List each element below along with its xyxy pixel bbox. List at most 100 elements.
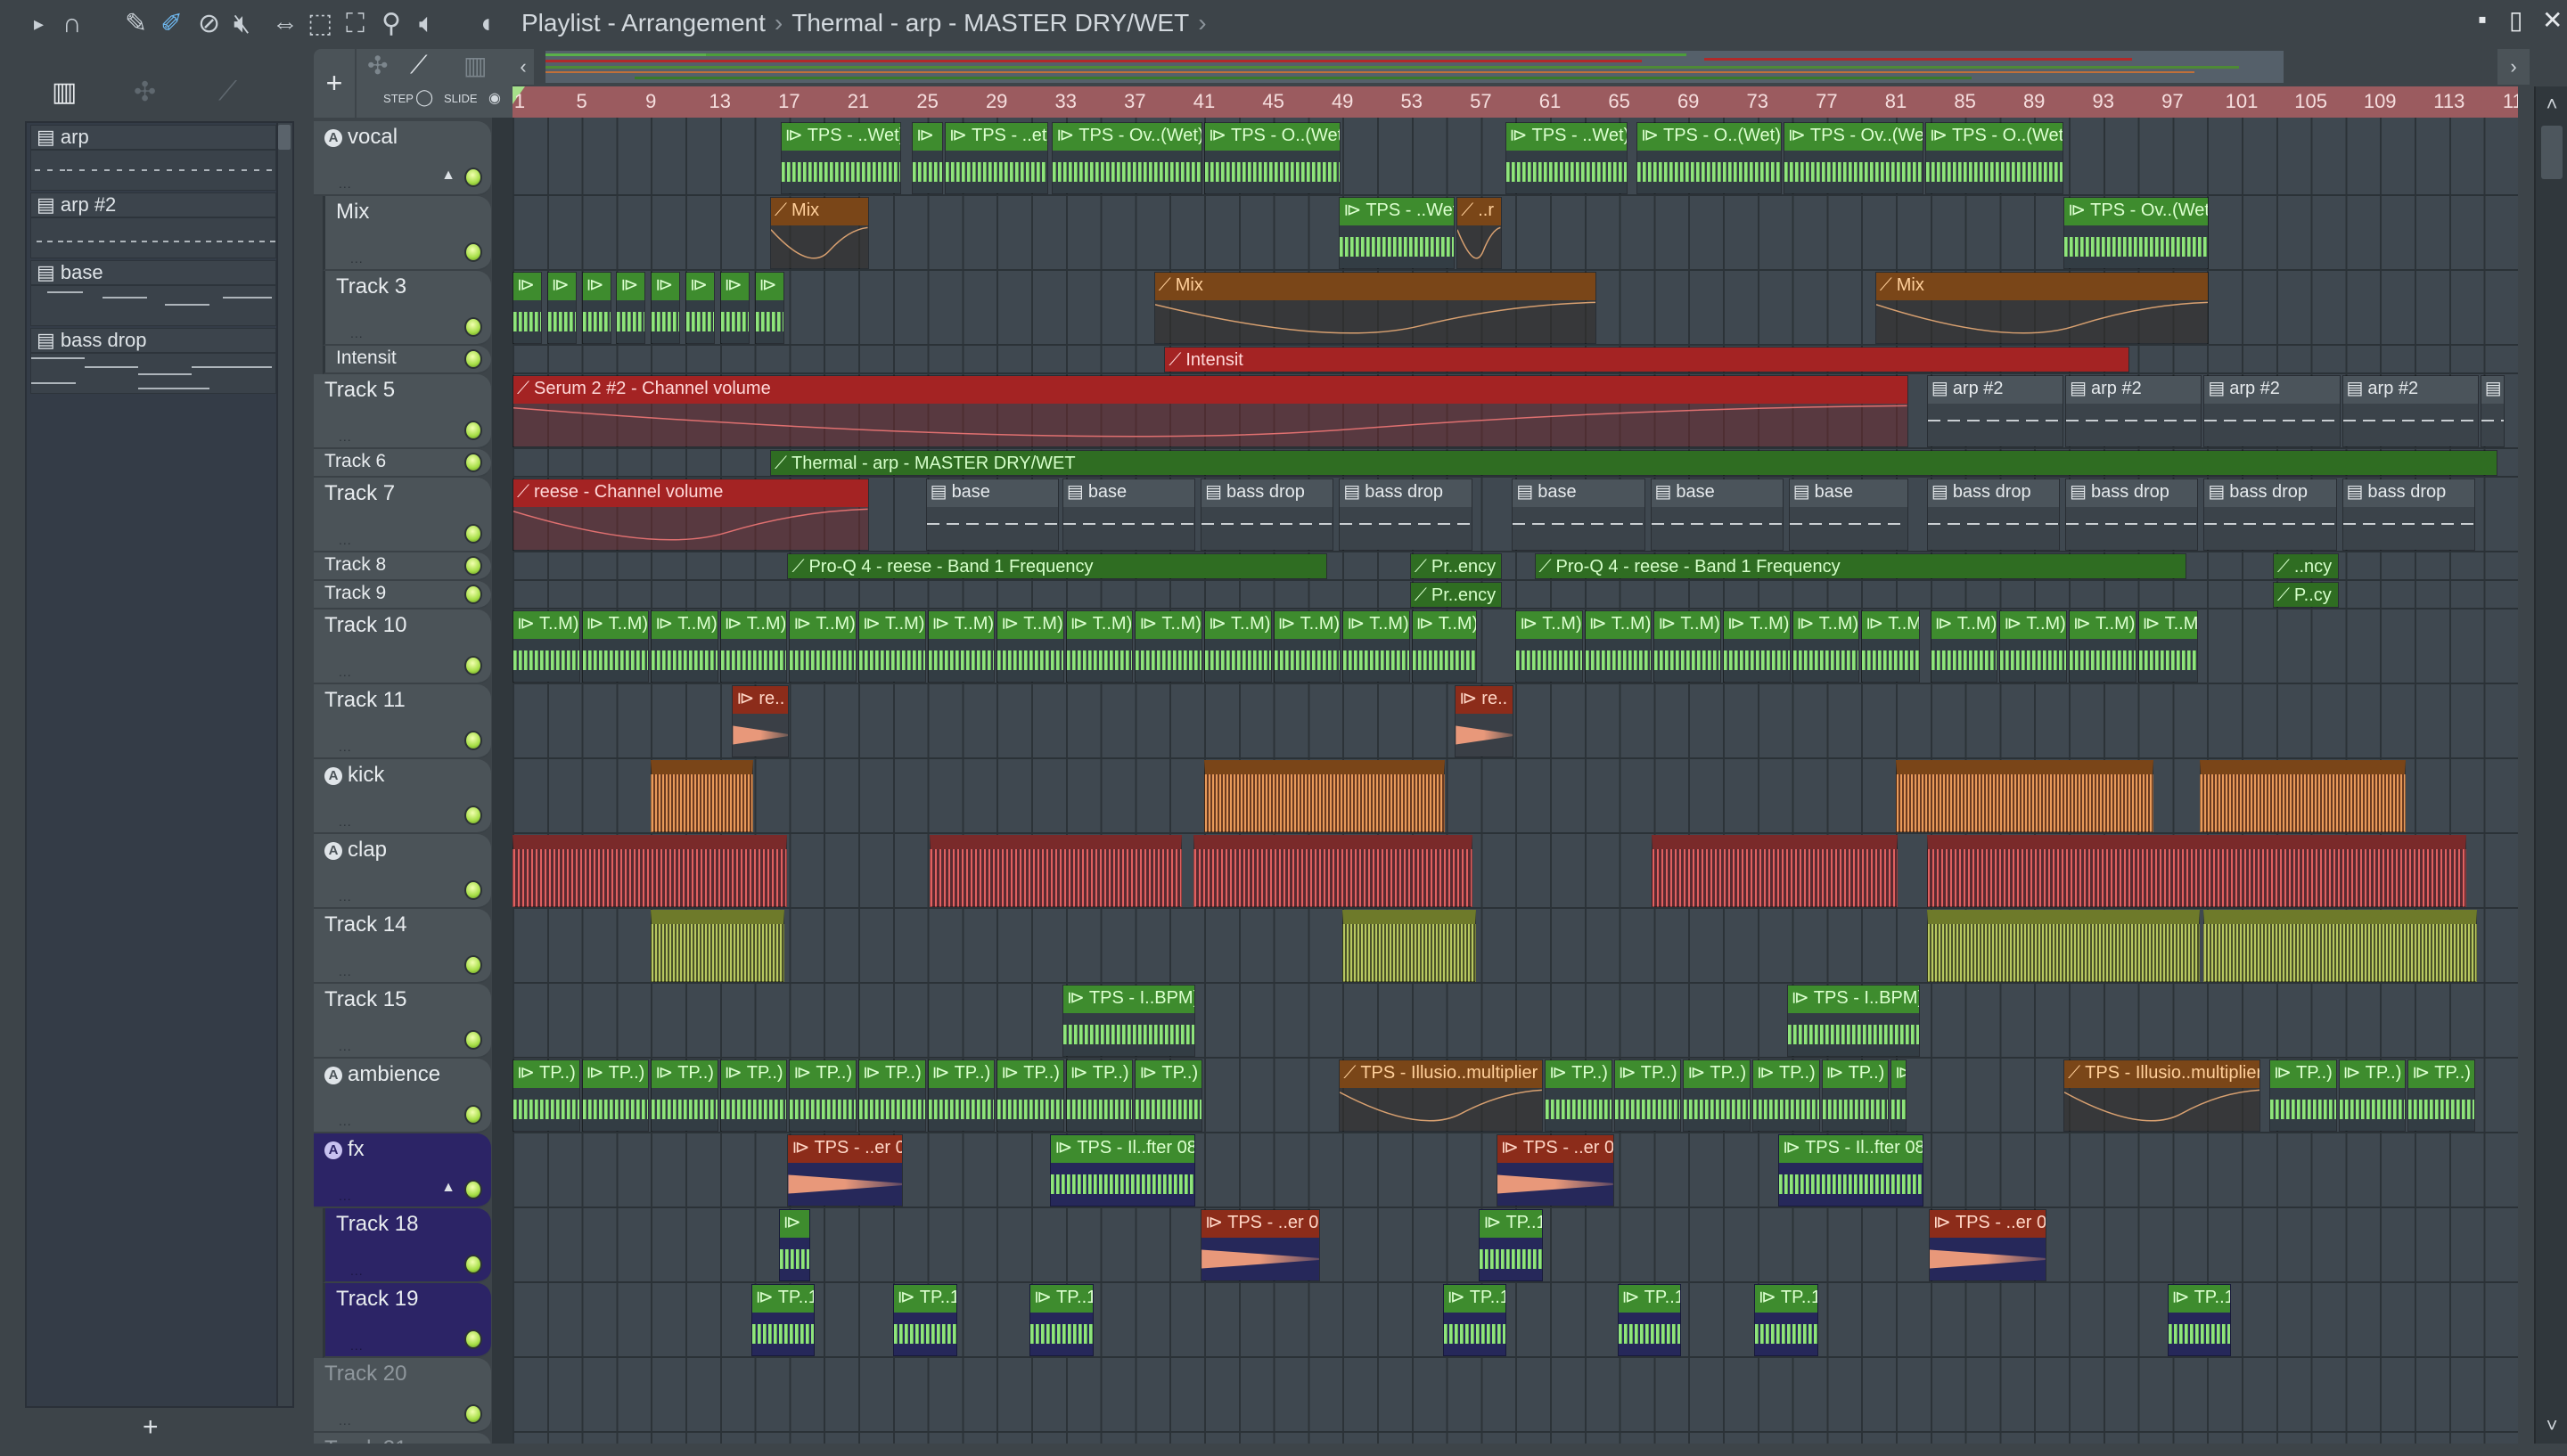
audio-clip-icon[interactable]: ✣ xyxy=(134,77,156,108)
automation-clip[interactable]: ⟋ TPS - Illusio..multiplier xyxy=(1339,1059,1544,1132)
pattern-clip[interactable] xyxy=(1652,835,1898,907)
slip-icon[interactable]: ⇔ xyxy=(272,7,299,41)
clip-header[interactable]: ⧐ TP..) xyxy=(928,1060,995,1088)
paint-icon[interactable]: ✐ xyxy=(160,7,183,41)
piano-icon[interactable]: ▥ xyxy=(463,51,487,80)
scroll-right-button[interactable]: › xyxy=(2497,49,2530,85)
pattern-clip[interactable] xyxy=(1896,760,2153,832)
clip-header[interactable]: ⧐ xyxy=(1891,1060,1906,1088)
clip-header[interactable]: ⧐ xyxy=(547,273,576,300)
clip-header[interactable]: ⧐ xyxy=(755,273,783,300)
zoom-icon[interactable]: ⚲ xyxy=(381,7,401,41)
automation-clip[interactable]: ⟋ Serum 2 #2 - Channel volume xyxy=(513,375,1908,447)
track-options-dots[interactable]: ... xyxy=(350,251,364,266)
clip-header[interactable]: ⧐ TP..1 xyxy=(1618,1285,1681,1313)
track-lane[interactable] xyxy=(513,984,2518,1059)
clip-header[interactable]: ⧐ TPS - Il..fter 08 xyxy=(1779,1135,1923,1163)
clip-header[interactable]: ⧐ xyxy=(617,273,645,300)
track-enable-led[interactable] xyxy=(464,585,482,604)
clip-header[interactable]: ⧐T..M) xyxy=(1654,611,1720,639)
audio-clip[interactable]: ⧐ TPS - ..Wet) xyxy=(780,122,902,194)
audio-clip[interactable]: ⧐T..M) xyxy=(651,610,718,683)
track-enable-led[interactable] xyxy=(464,421,482,440)
audio-clip[interactable]: ⧐ TP..1 xyxy=(1029,1284,1094,1356)
pattern-clip[interactable]: ▤ bass drop xyxy=(2203,479,2337,551)
magnet-icon[interactable]: ∩ xyxy=(62,7,82,41)
audio-clip[interactable]: ⧐ TP..1 xyxy=(1479,1209,1544,1281)
track-header[interactable]: Track 19... xyxy=(323,1283,491,1358)
clip-header[interactable]: ⧐T..M) xyxy=(652,611,718,639)
track-options-dots[interactable]: ... xyxy=(339,1413,352,1427)
slide-toggle[interactable]: ◉ xyxy=(488,89,501,107)
pattern-clip[interactable]: ▤ arp #2 xyxy=(2065,375,2202,447)
audio-clip[interactable]: ⧐TPS - ..er 01 xyxy=(1496,1134,1614,1207)
audio-clip[interactable]: ⧐ TPS - Il..fter 08 xyxy=(1050,1134,1196,1207)
delete-icon[interactable]: ⊘ xyxy=(198,7,220,41)
pattern-clip[interactable] xyxy=(2200,760,2407,832)
audio-clip[interactable]: ⧐ TP..1 xyxy=(892,1284,957,1356)
audio-wave-icon[interactable]: ✣ xyxy=(367,51,388,80)
clip-header[interactable]: ▤ bass drop xyxy=(1340,479,1472,507)
audio-clip[interactable]: ⧐T..M) xyxy=(1723,610,1791,683)
audio-clip[interactable]: ⧐ TP..) xyxy=(1613,1059,1682,1132)
pattern-clip[interactable] xyxy=(929,835,1182,907)
pattern-clip[interactable]: ▤ bass drop xyxy=(2065,479,2199,551)
audio-clip[interactable]: ⧐ TP..) xyxy=(1135,1059,1202,1132)
automation-clip[interactable]: ⟋ Pr..ency xyxy=(1409,553,1502,579)
clip-header[interactable]: ⧐ re.. xyxy=(1456,686,1513,714)
track-name[interactable]: Track 15 xyxy=(324,987,406,1012)
track-lane[interactable] xyxy=(513,581,2518,609)
clip-header[interactable]: ⧐TPS - ..er 01 xyxy=(788,1135,903,1163)
audio-clip[interactable]: ⧐ xyxy=(651,272,681,344)
track-header[interactable]: Track 7... xyxy=(314,478,491,552)
clip-header[interactable]: ▤ bass drop xyxy=(2342,479,2474,507)
audio-clip[interactable]: ⧐ TPS - I..BPM) xyxy=(1062,985,1196,1057)
track-enable-led[interactable] xyxy=(464,242,482,262)
pattern-clip[interactable] xyxy=(651,760,753,832)
automation-clip[interactable]: ⟋ reese - Channel volume xyxy=(513,479,869,551)
pattern-clip[interactable]: ▤ bass drop xyxy=(1201,479,1334,551)
clip-header[interactable]: ⧐T..M) xyxy=(1862,611,1920,639)
track-options-dots[interactable]: ... xyxy=(339,740,352,754)
clip-header[interactable]: ⧐ TP..) xyxy=(859,1060,925,1088)
track-header[interactable]: Track 15... xyxy=(314,984,491,1059)
audio-clip[interactable]: ⧐ xyxy=(616,272,646,344)
track-name[interactable]: Track 20 xyxy=(324,1362,406,1386)
clip-header[interactable]: ⟋ ..ncy xyxy=(2273,554,2338,578)
clip-header[interactable]: ▤ base xyxy=(1651,479,1783,507)
audio-clip[interactable]: ⧐ xyxy=(546,272,577,344)
pattern-clip[interactable] xyxy=(651,910,784,982)
scroll-left-button[interactable]: ‹ xyxy=(513,49,534,85)
track-header[interactable]: Track 18... xyxy=(323,1208,491,1283)
close-button[interactable]: ✕ xyxy=(2542,5,2563,35)
track-enable-led[interactable] xyxy=(464,731,482,750)
automation-clip[interactable]: ⟋ Pr..ency xyxy=(1409,582,1502,608)
track-enable-led[interactable] xyxy=(464,656,482,675)
pattern-clip[interactable]: ▤ base xyxy=(1788,479,1908,551)
track-options-dots[interactable]: ... xyxy=(350,1264,364,1278)
track-header[interactable]: Intensit xyxy=(323,346,491,374)
clip-header[interactable]: ⧐ TP..) xyxy=(652,1060,718,1088)
track-options-dots[interactable]: ... xyxy=(339,665,352,679)
audio-clip[interactable]: ⧐T..M) xyxy=(1204,610,1272,683)
audio-clip[interactable]: ⧐ TP..) xyxy=(1821,1059,1890,1132)
clip-header[interactable]: ⧐T..M) xyxy=(2138,611,2198,639)
audio-clip[interactable]: ⧐ TP..) xyxy=(2269,1059,2337,1132)
audio-clip[interactable]: ⧐ TP..) xyxy=(1545,1059,1612,1132)
track-name[interactable]: Avocal xyxy=(324,125,398,150)
clip-header[interactable]: ⧐ TP..) xyxy=(2270,1060,2336,1088)
clip-header[interactable]: ⧐T..M) xyxy=(1412,611,1477,639)
audio-clip[interactable]: ⧐TPS - ..er 01 xyxy=(1928,1209,2046,1281)
clip-header[interactable]: ⟋ Pro-Q 4 - reese - Band 1 Frequency xyxy=(1535,554,2186,578)
track-header[interactable]: Track 5... xyxy=(314,374,491,449)
pattern-clip[interactable]: ▤ arp #2 xyxy=(1926,375,2064,447)
track-name[interactable]: Track 5 xyxy=(324,378,395,403)
pattern-clip[interactable]: ▤ base xyxy=(1512,479,1645,551)
clip-header[interactable]: ▤ arp #2 xyxy=(2204,376,2340,404)
track-header[interactable]: Track 10... xyxy=(314,609,491,684)
clip-header[interactable]: ▤ xyxy=(2481,376,2504,404)
step-toggle[interactable]: ◯ xyxy=(415,88,433,107)
clip-header[interactable]: ⧐ TP..) xyxy=(720,1060,787,1088)
audio-clip[interactable]: ⧐T..M) xyxy=(1065,610,1134,683)
track-enable-led[interactable] xyxy=(464,349,482,369)
